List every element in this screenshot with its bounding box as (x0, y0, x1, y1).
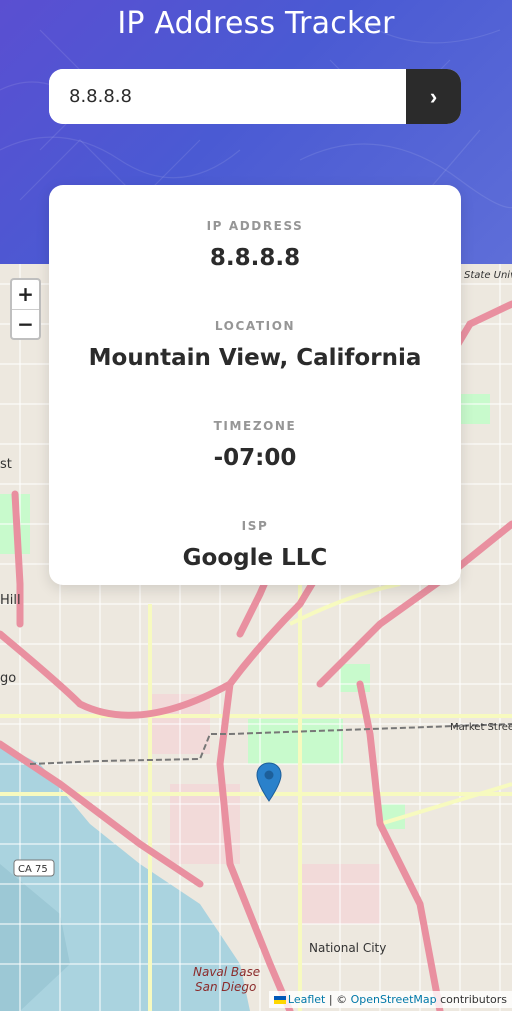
zoom-in-button[interactable]: + (12, 280, 39, 310)
info-isp: ISP Google LLC (49, 519, 461, 571)
map-label-national-city: National City (309, 941, 386, 955)
chevron-right-icon: › (429, 83, 438, 109)
info-location: LOCATION Mountain View, California (49, 319, 461, 371)
search-bar: › (49, 69, 461, 124)
info-label: LOCATION (214, 319, 296, 333)
leaflet-link[interactable]: Leaflet (288, 993, 325, 1006)
search-submit-button[interactable]: › (406, 69, 461, 124)
attribution-contributors: contributors (436, 993, 507, 1006)
info-label: ISP (241, 519, 269, 533)
map-label-go: go (0, 671, 16, 686)
info-value: -07:00 (213, 445, 297, 471)
zoom-control: + − (10, 278, 41, 340)
info-label: TIMEZONE (213, 419, 297, 433)
info-value: Google LLC (182, 545, 328, 571)
attribution-separator: | © (325, 993, 351, 1006)
map-label-market-street: Market Street (450, 722, 512, 733)
map-label-san-diego: San Diego (195, 980, 256, 994)
map-attribution: Leaflet | © OpenStreetMap contributors (268, 991, 512, 1008)
map-label-hill: Hill (0, 593, 21, 608)
map-label-naval-base: Naval Base (193, 965, 260, 979)
map-label-st: st (0, 457, 12, 472)
info-value: Mountain View, California (88, 345, 422, 371)
page-title: IP Address Tracker (117, 6, 395, 41)
info-value: 8.8.8.8 (209, 245, 301, 271)
zoom-out-button[interactable]: − (12, 310, 39, 339)
ip-search-input[interactable] (49, 69, 406, 124)
map-label-ca75: CA 75 (18, 864, 48, 875)
map-label-state-univ: State Univ (464, 270, 512, 281)
info-timezone: TIMEZONE -07:00 (49, 419, 461, 471)
ip-info-card: IP ADDRESS 8.8.8.8 LOCATION Mountain Vie… (49, 185, 461, 585)
location-pin-icon[interactable] (256, 762, 282, 802)
info-label: IP ADDRESS (206, 219, 304, 233)
ukraine-flag-icon (273, 996, 286, 1004)
info-ip-address: IP ADDRESS 8.8.8.8 (49, 219, 461, 271)
openstreetmap-link[interactable]: OpenStreetMap (351, 993, 437, 1006)
